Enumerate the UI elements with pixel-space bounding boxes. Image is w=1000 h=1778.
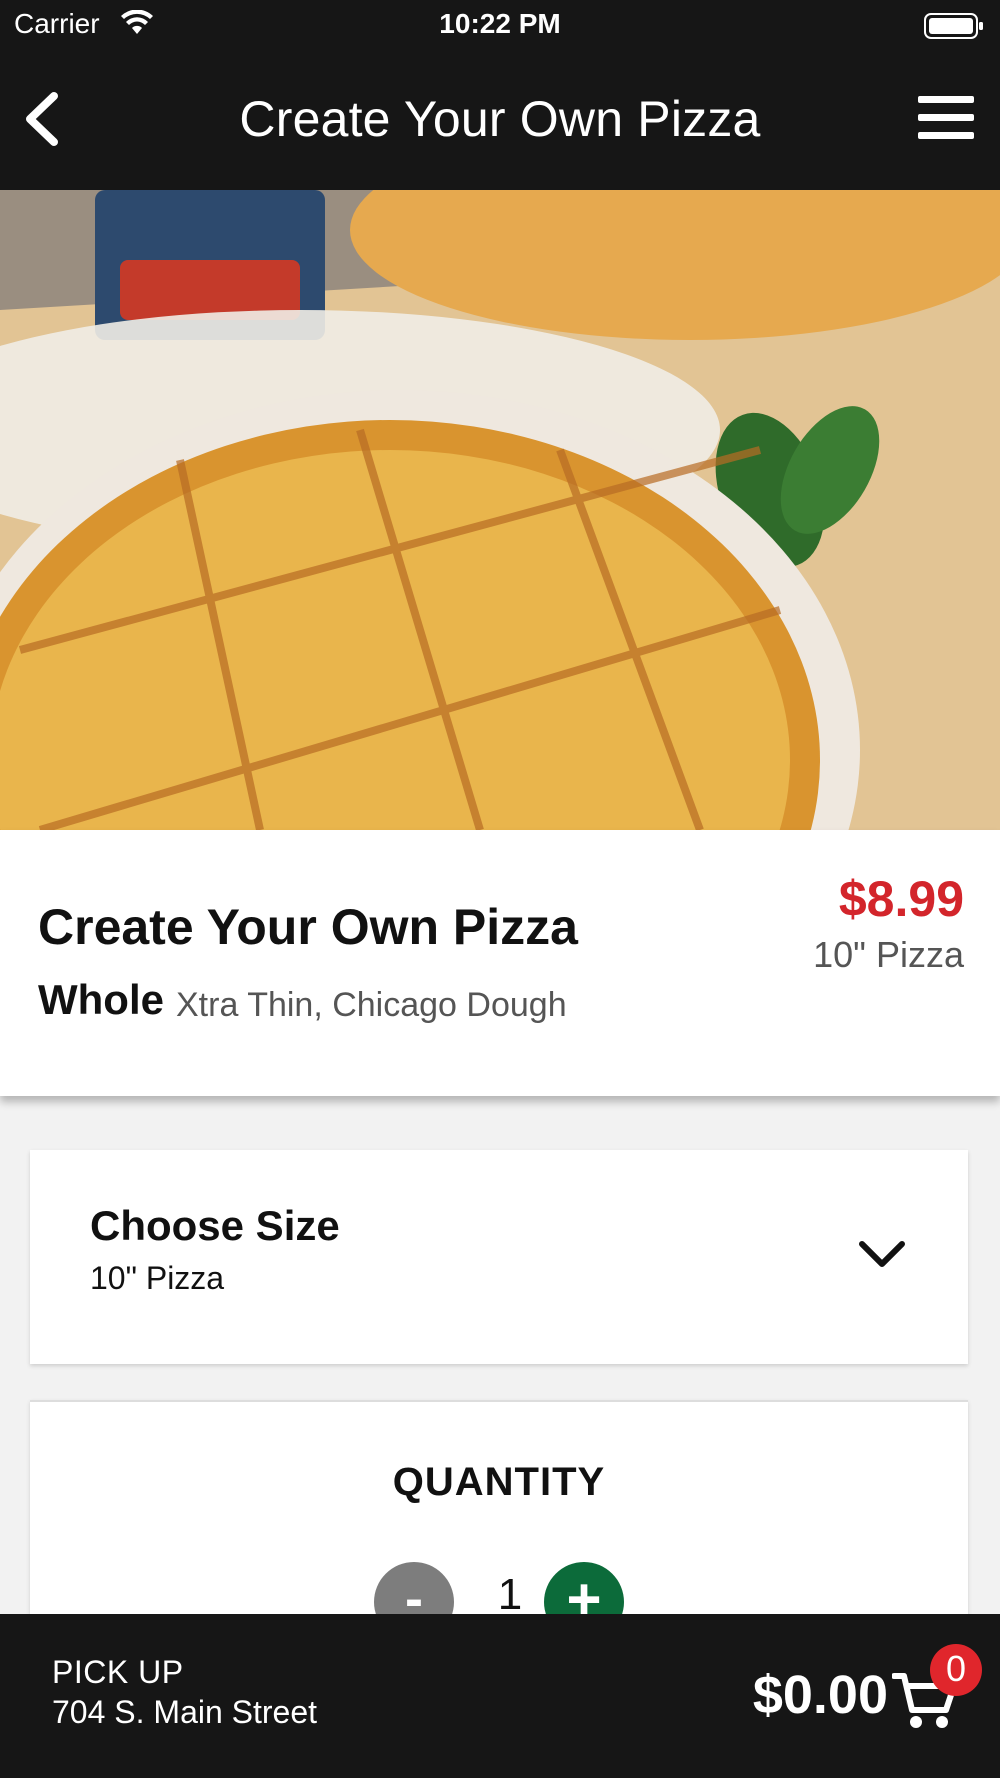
menu-button[interactable] bbox=[918, 96, 974, 146]
product-variant: Whole bbox=[38, 976, 164, 1023]
product-info: Create Your Own Pizza Whole Xtra Thin, C… bbox=[0, 830, 1000, 1096]
pickup-label: PICK UP bbox=[52, 1654, 184, 1690]
back-chevron-icon bbox=[26, 92, 58, 146]
pizza-photo bbox=[0, 190, 1000, 830]
bottom-bar: PICK UP 704 S. Main Street $0.00 0 bbox=[0, 1614, 1000, 1778]
cart-count-badge: 0 bbox=[930, 1644, 982, 1696]
page-title: Create Your Own Pizza bbox=[239, 91, 761, 147]
product-title: Create Your Own Pizza bbox=[38, 899, 578, 955]
status-time: 10:22 PM bbox=[439, 8, 561, 39]
cart-total: $0.00 bbox=[752, 1665, 888, 1725]
quantity-value: 1 bbox=[497, 1570, 523, 1619]
choose-size-dropdown[interactable]: Choose Size 10" Pizza bbox=[30, 1150, 968, 1364]
nav-bar: Create Your Own Pizza bbox=[0, 52, 1000, 190]
chevron-down-icon bbox=[859, 1241, 905, 1267]
product-price-size: 10" Pizza bbox=[813, 934, 964, 975]
status-bar: Carrier 10:22 PM bbox=[0, 0, 1000, 52]
product-price: $8.99 bbox=[838, 871, 964, 927]
pizza-photo-art bbox=[0, 190, 1000, 830]
pickup-address: 704 S. Main Street bbox=[52, 1694, 318, 1730]
quantity-card: QUANTITY - 1 + bbox=[30, 1400, 968, 1642]
choose-size-title: Choose Size bbox=[90, 1202, 340, 1249]
hamburger-menu-icon bbox=[918, 96, 974, 139]
product-description: Xtra Thin, Chicago Dough bbox=[176, 986, 567, 1024]
choose-size-selected: 10" Pizza bbox=[90, 1260, 225, 1296]
battery-icon bbox=[924, 13, 983, 39]
quantity-title: QUANTITY bbox=[392, 1460, 606, 1504]
back-button[interactable] bbox=[14, 86, 74, 152]
